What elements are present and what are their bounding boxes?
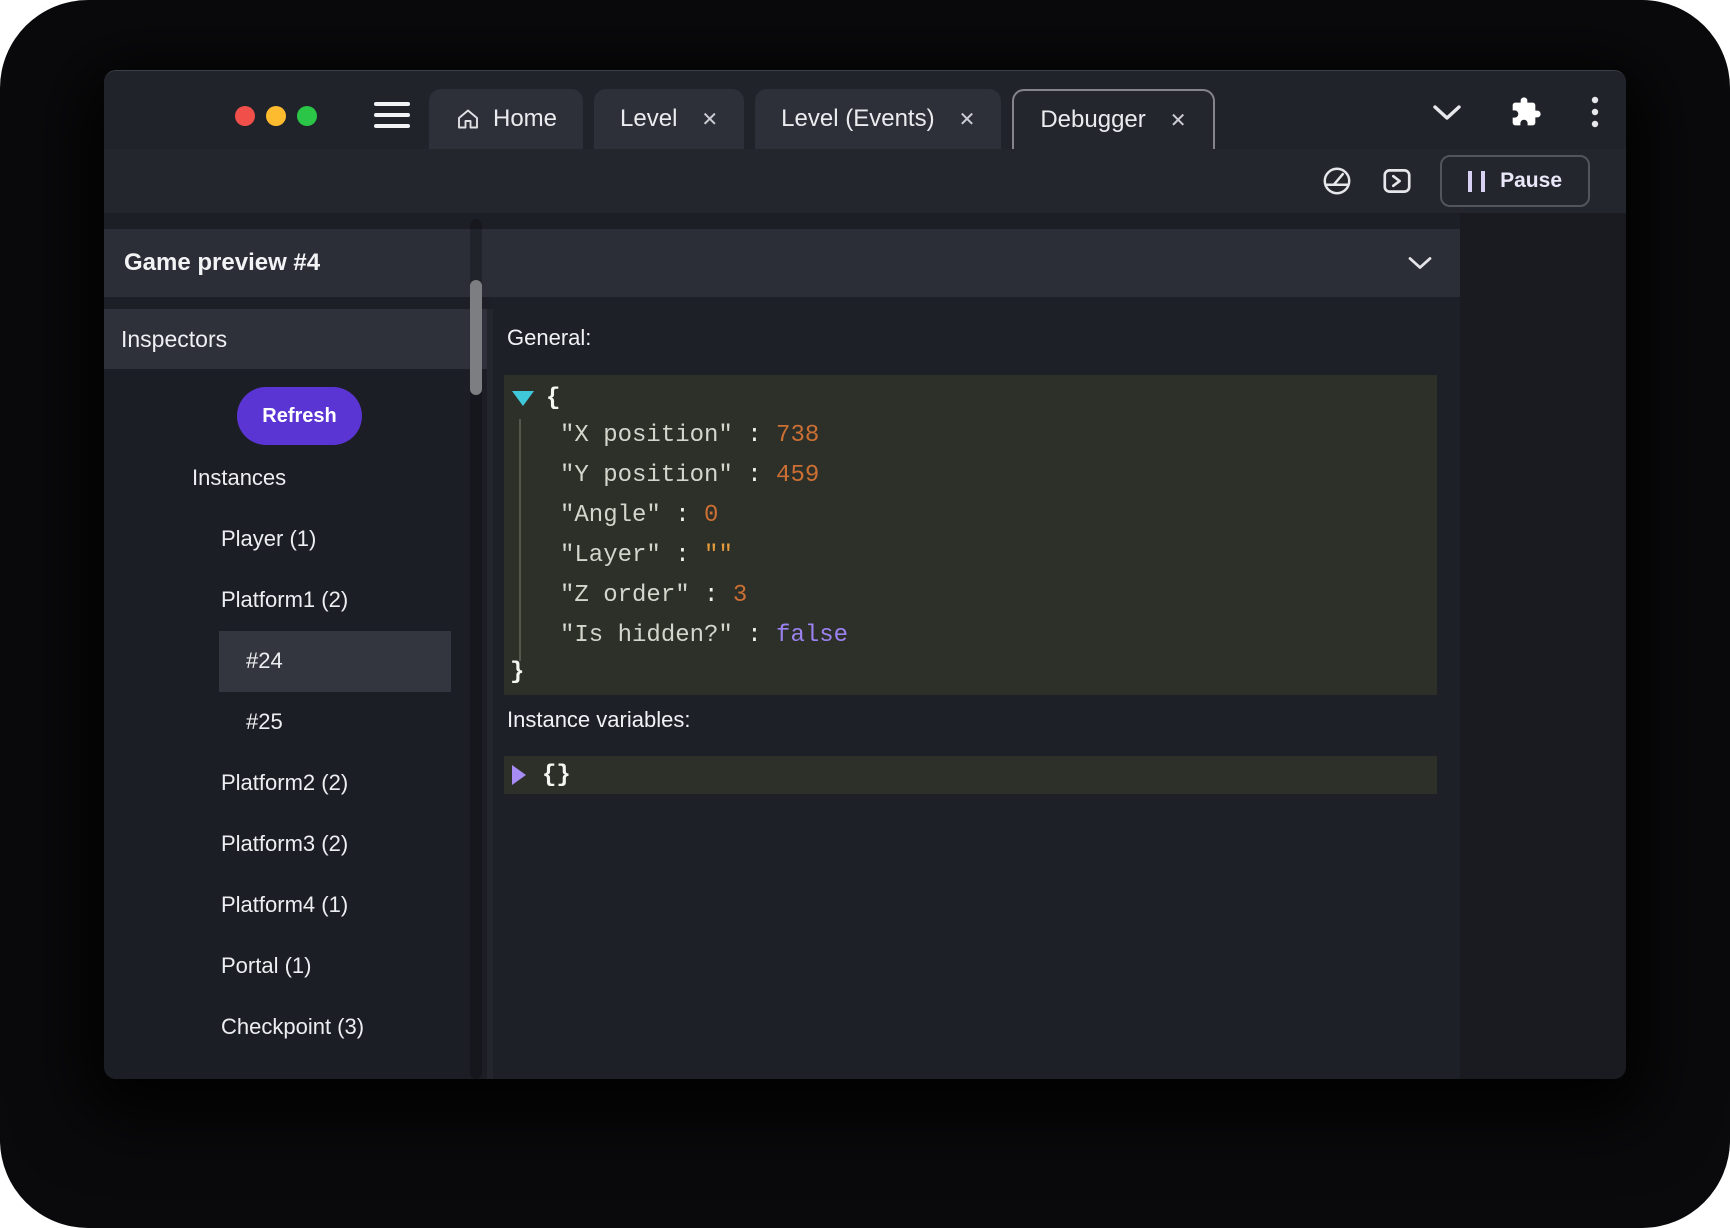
general-json-viewer: { "X position" : 738"Y position" : 459"A… xyxy=(504,375,1437,695)
json-key: "Z order" xyxy=(560,582,690,609)
sidebar-scrollbar-thumb[interactable] xyxy=(470,280,482,395)
tree-item--25[interactable]: #25 xyxy=(246,692,283,753)
tree-item-platform4-1-[interactable]: Platform4 (1) xyxy=(221,875,348,936)
app-window: Home Level ✕ Level (Events) ✕ Debugger ✕ xyxy=(104,70,1626,1079)
tab-bar-right-controls xyxy=(1432,95,1600,129)
general-section-label: General: xyxy=(507,325,591,351)
json-value: 738 xyxy=(776,422,819,449)
json-key: "Angle" xyxy=(560,502,661,529)
tab-strip: Home Level ✕ Level (Events) ✕ Debugger ✕ xyxy=(429,89,1215,149)
open-brace: { xyxy=(546,385,560,412)
json-colon: : xyxy=(733,622,776,649)
performance-gauge-icon[interactable] xyxy=(1320,164,1354,198)
tree-item-instances[interactable]: Instances xyxy=(192,448,286,509)
instance-variables-json-viewer: {} xyxy=(504,756,1437,794)
pause-icon xyxy=(1468,171,1485,192)
tree-item--24[interactable]: #24 xyxy=(219,631,451,692)
tab-label: Debugger xyxy=(1040,106,1145,134)
indent-guide xyxy=(519,419,521,661)
instance-variables-label: Instance variables: xyxy=(507,707,690,733)
tab-close-icon[interactable]: ✕ xyxy=(959,107,976,132)
property-rows: "X position" : 738"Y position" : 459"Ang… xyxy=(504,415,1437,655)
chevron-down-icon[interactable] xyxy=(1432,103,1462,122)
screenshot-stage: Home Level ✕ Level (Events) ✕ Debugger ✕ xyxy=(0,0,1730,1228)
tab-level-events-[interactable]: Level (Events) ✕ xyxy=(755,89,1001,149)
inspector-panel: General: { "X position" : 738"Y position… xyxy=(493,297,1460,1079)
json-key: "Y position" xyxy=(560,462,733,489)
pause-button-label: Pause xyxy=(1500,169,1562,193)
dropdown-chevron-icon[interactable] xyxy=(1407,255,1433,276)
tab-close-icon[interactable]: ✕ xyxy=(1170,108,1187,133)
tab-close-icon[interactable]: ✕ xyxy=(701,107,718,132)
tab-label: Home xyxy=(493,105,557,133)
instances-tree: InstancesPlayer (1)Platform1 (2)#24#25Pl… xyxy=(104,71,487,1079)
extensions-puzzle-icon[interactable] xyxy=(1510,96,1542,128)
tree-item-platform1-2-[interactable]: Platform1 (2) xyxy=(221,570,348,631)
tab-label: Level xyxy=(620,105,677,133)
json-key: "Layer" xyxy=(560,542,661,569)
json-value: "" xyxy=(704,542,733,569)
pause-button[interactable]: Pause xyxy=(1440,155,1590,207)
tab-level[interactable]: Level ✕ xyxy=(594,89,744,149)
tree-item-player-1-[interactable]: Player (1) xyxy=(221,509,316,570)
expand-arrow-icon[interactable] xyxy=(512,765,526,785)
json-property-row: "Y position" : 459 xyxy=(504,455,1437,495)
json-property-row: "X position" : 738 xyxy=(504,415,1437,455)
json-value: 0 xyxy=(704,502,718,529)
json-colon: : xyxy=(661,502,704,529)
json-value: 459 xyxy=(776,462,819,489)
tree-item-platform2-2-[interactable]: Platform2 (2) xyxy=(221,753,348,814)
json-property-row: "Z order" : 3 xyxy=(504,575,1437,615)
json-colon: : xyxy=(733,422,776,449)
json-value: 3 xyxy=(733,582,747,609)
json-colon: : xyxy=(661,542,704,569)
json-property-row: "Angle" : 0 xyxy=(504,495,1437,535)
close-brace: } xyxy=(510,659,524,686)
more-options-icon[interactable] xyxy=(1590,95,1600,129)
json-key: "X position" xyxy=(560,422,733,449)
json-key: "Is hidden?" xyxy=(560,622,733,649)
tab-label: Level (Events) xyxy=(781,105,934,133)
json-colon: : xyxy=(733,462,776,489)
tree-item-platform3-2-[interactable]: Platform3 (2) xyxy=(221,814,348,875)
json-value: false xyxy=(776,622,848,649)
collapse-arrow-icon[interactable] xyxy=(512,391,534,406)
json-colon: : xyxy=(690,582,733,609)
json-property-row: "Is hidden?" : false xyxy=(504,615,1437,655)
empty-right-panel xyxy=(1460,213,1626,1079)
tree-item-checkpoint-3-[interactable]: Checkpoint (3) xyxy=(221,997,364,1058)
tab-debugger[interactable]: Debugger ✕ xyxy=(1012,89,1214,149)
console-icon[interactable] xyxy=(1380,164,1414,198)
json-property-row: "Layer" : "" xyxy=(504,535,1437,575)
tree-item-portal-1-[interactable]: Portal (1) xyxy=(221,936,311,997)
empty-object-value: {} xyxy=(542,762,571,789)
tree-item-ladder-1-[interactable]: Ladder (1) xyxy=(221,1058,323,1080)
